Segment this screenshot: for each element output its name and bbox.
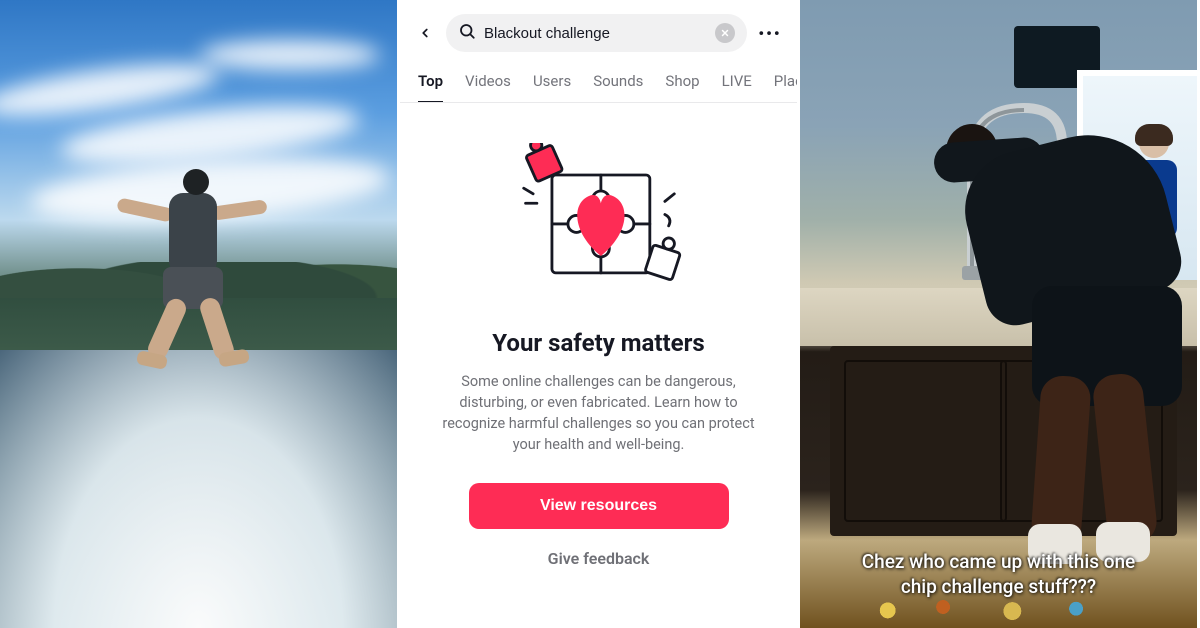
video-still-lake — [0, 0, 400, 628]
video-caption: Chez who came up with this one chip chal… — [800, 549, 1197, 600]
safety-body-text: Some online challenges can be dangerous,… — [434, 371, 763, 455]
tab-shop[interactable]: Shop — [665, 62, 699, 102]
view-resources-button[interactable]: View resources — [469, 483, 729, 529]
video-still-kitchen: Chez who came up with this one chip chal… — [800, 0, 1200, 628]
search-bar[interactable] — [446, 14, 747, 52]
more-options-button[interactable]: ••• — [757, 20, 783, 46]
app-search-screen: ••• Top Videos Users Sounds Shop LIVE Pl… — [400, 0, 800, 628]
search-top-bar: ••• — [400, 0, 797, 62]
give-feedback-link[interactable]: Give feedback — [548, 549, 650, 568]
tab-videos[interactable]: Videos — [465, 62, 511, 102]
caption-line-1: Chez who came up with this one — [862, 550, 1135, 573]
tab-sounds[interactable]: Sounds — [593, 62, 643, 102]
boat-wake — [0, 350, 397, 628]
tab-users[interactable]: Users — [533, 62, 571, 102]
search-icon — [458, 22, 476, 44]
search-tabs: Top Videos Users Sounds Shop LIVE Places — [400, 62, 797, 103]
puzzle-heart-illustration — [504, 143, 694, 303]
back-button[interactable] — [414, 22, 436, 44]
safety-title: Your safety matters — [492, 329, 704, 357]
tab-top[interactable]: Top — [418, 62, 443, 102]
safety-interstitial: Your safety matters Some online challeng… — [400, 103, 797, 628]
person-leaning-on-sink — [940, 106, 1190, 536]
tab-live[interactable]: LIVE — [722, 62, 752, 102]
tab-places[interactable]: Places — [774, 62, 797, 102]
search-input[interactable] — [484, 25, 707, 42]
person-jumping — [115, 155, 265, 375]
clear-search-button[interactable] — [715, 23, 735, 43]
caption-line-2: chip challenge stuff??? — [901, 575, 1096, 598]
